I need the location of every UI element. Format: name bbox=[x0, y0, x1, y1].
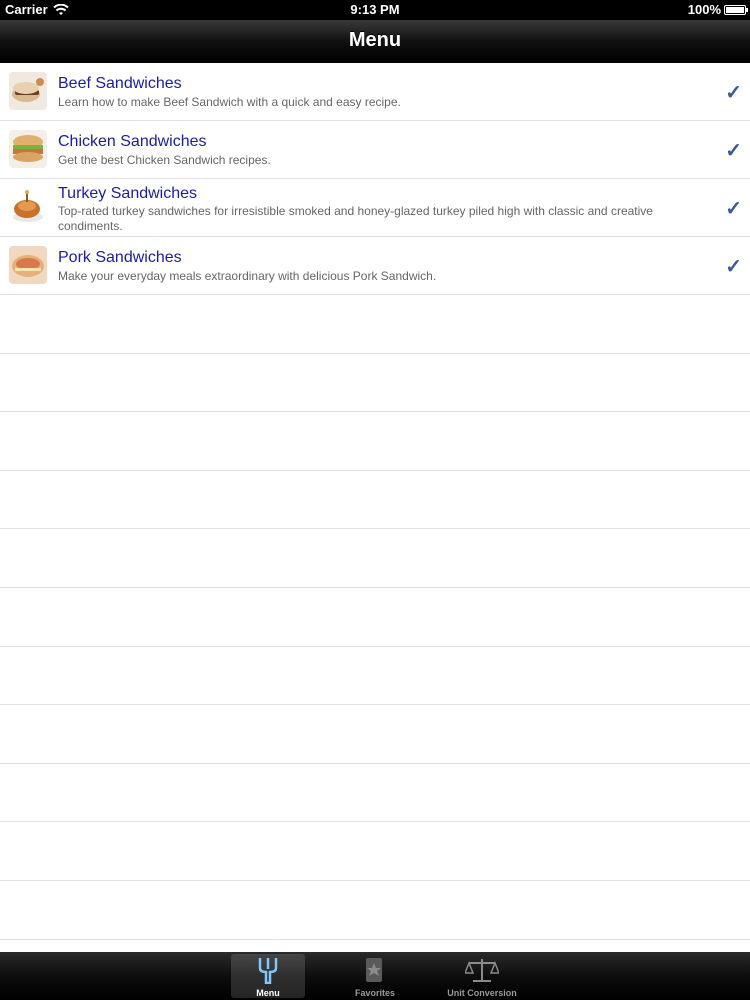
tab-bar: Menu Favorites Unit Conversion bbox=[0, 952, 750, 1000]
tab-unit-conversion[interactable]: Unit Conversion bbox=[445, 954, 519, 998]
star-bookmark-icon bbox=[338, 954, 412, 986]
list-item[interactable]: Pork Sandwiches Make your everyday meals… bbox=[0, 237, 750, 295]
item-title: Chicken Sandwiches bbox=[58, 133, 207, 150]
beef-sandwich-thumbnail bbox=[9, 72, 47, 110]
chicken-sandwich-thumbnail bbox=[9, 130, 47, 168]
empty-row bbox=[0, 705, 750, 764]
list-item[interactable]: Turkey Sandwiches Top-rated turkey sandw… bbox=[0, 179, 750, 237]
item-title: Turkey Sandwiches bbox=[58, 185, 198, 202]
checkmark-icon: ✓ bbox=[725, 82, 742, 104]
pork-sandwich-thumbnail bbox=[9, 246, 47, 284]
battery-indicator: 100% bbox=[687, 2, 748, 17]
empty-row bbox=[0, 471, 750, 530]
status-bar: Carrier 9:13 PM 100% bbox=[0, 0, 750, 20]
empty-row bbox=[0, 647, 750, 706]
list-item[interactable]: Beef Sandwiches Learn how to make Beef S… bbox=[0, 63, 750, 121]
checkmark-icon: ✓ bbox=[725, 256, 742, 278]
empty-row bbox=[0, 881, 750, 940]
navigation-bar: Menu bbox=[0, 20, 750, 63]
page-title: Menu bbox=[348, 29, 402, 51]
empty-row bbox=[0, 295, 750, 354]
checkmark-icon: ✓ bbox=[725, 140, 742, 162]
item-subtitle: Make your everyday meals extraordinary w… bbox=[58, 269, 437, 283]
item-subtitle: Get the best Chicken Sandwich recipes. bbox=[58, 153, 271, 167]
empty-row bbox=[0, 354, 750, 413]
turkey-sandwich-thumbnail bbox=[9, 188, 47, 226]
empty-row bbox=[0, 412, 750, 471]
empty-row bbox=[0, 588, 750, 647]
item-title: Pork Sandwiches bbox=[58, 249, 182, 266]
empty-row bbox=[0, 764, 750, 823]
item-subtitle: Top-rated turkey sandwiches for irresist… bbox=[58, 204, 653, 233]
scale-icon bbox=[445, 954, 519, 986]
empty-row bbox=[0, 529, 750, 588]
fork-icon bbox=[231, 954, 305, 986]
tab-menu[interactable]: Menu bbox=[231, 954, 305, 998]
recipe-list: Beef Sandwiches Learn how to make Beef S… bbox=[0, 63, 750, 940]
status-time: 9:13 PM bbox=[350, 2, 400, 17]
tab-favorites[interactable]: Favorites bbox=[338, 954, 412, 998]
item-title: Beef Sandwiches bbox=[58, 75, 182, 92]
tab-label: Unit Conversion bbox=[447, 988, 517, 998]
empty-row bbox=[0, 822, 750, 881]
list-item[interactable]: Chicken Sandwiches Get the best Chicken … bbox=[0, 121, 750, 179]
battery-icon bbox=[724, 4, 748, 15]
tab-label: Favorites bbox=[354, 988, 396, 998]
tab-label: Menu bbox=[256, 988, 280, 998]
battery-percentage: 100% bbox=[687, 2, 721, 17]
checkmark-icon: ✓ bbox=[725, 198, 742, 220]
item-subtitle: Learn how to make Beef Sandwich with a q… bbox=[58, 95, 401, 109]
